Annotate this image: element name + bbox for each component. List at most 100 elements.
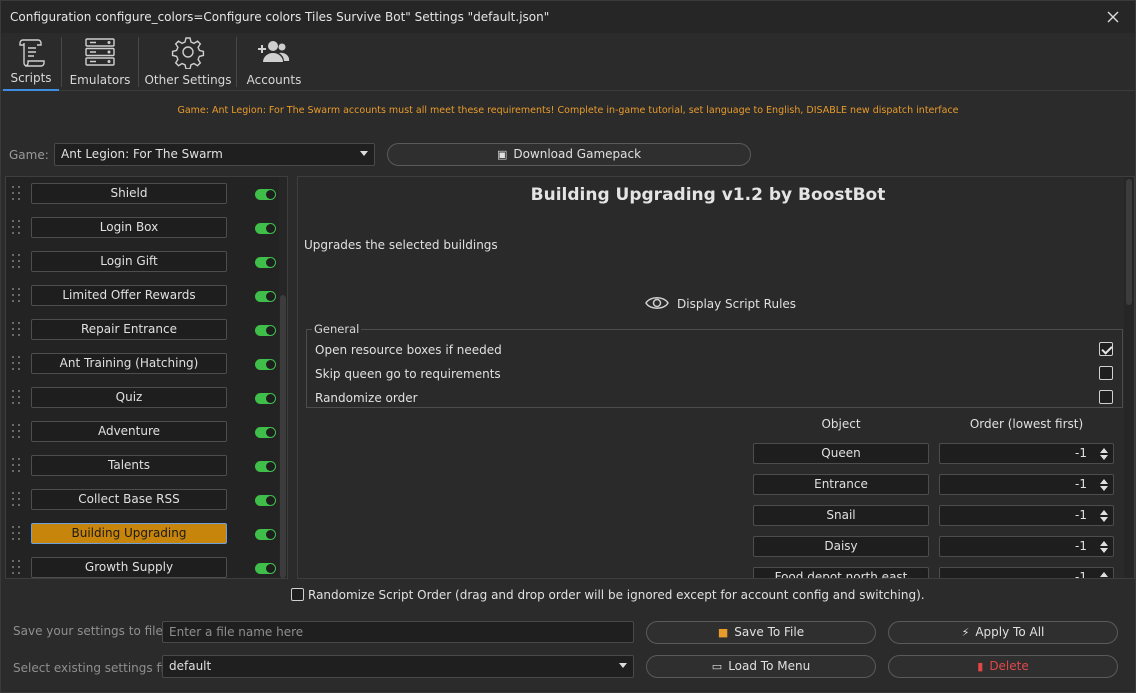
scrollbar-thumb[interactable] (280, 295, 286, 578)
list-item[interactable]: Collect Base RSS (6, 483, 281, 517)
script-toggle[interactable] (255, 325, 276, 336)
tab-other-settings[interactable]: Other Settings (143, 33, 233, 91)
tab-scripts-label: Scripts (10, 71, 52, 85)
list-item[interactable]: Adventure (6, 415, 281, 449)
script-toggle[interactable] (255, 359, 276, 370)
list-item[interactable]: Building Upgrading (6, 517, 281, 551)
drag-handle-icon[interactable] (12, 458, 22, 472)
gear-icon (171, 35, 205, 70)
script-toggle[interactable] (255, 189, 276, 200)
spin-up-icon[interactable] (1100, 572, 1108, 577)
script-button[interactable]: Shield (31, 183, 227, 204)
scrollbar-thumb[interactable] (1126, 179, 1132, 305)
group-title: General (312, 322, 362, 336)
option-label: Randomize order (315, 391, 418, 405)
drag-handle-icon[interactable] (12, 254, 22, 268)
drag-handle-icon[interactable] (12, 356, 22, 370)
order-spinbox[interactable]: -1 (939, 536, 1114, 557)
delete-button[interactable]: ▮ Delete (888, 655, 1118, 678)
drag-handle-icon[interactable] (12, 220, 22, 234)
spin-up-icon[interactable] (1100, 479, 1108, 484)
display-script-rules-button[interactable]: Display Script Rules (677, 297, 796, 311)
order-spinbox[interactable]: -1 (939, 474, 1114, 495)
save-settings-label: Save your settings to file (13, 624, 163, 638)
drag-handle-icon[interactable] (12, 186, 22, 200)
drag-handle-icon[interactable] (12, 390, 22, 404)
file-name-input[interactable]: Enter a file name here (162, 621, 634, 643)
settings-file-select[interactable]: default (162, 655, 634, 678)
spin-down-icon[interactable] (1100, 517, 1108, 522)
spin-down-icon[interactable] (1100, 548, 1108, 553)
list-item[interactable]: Growth Supply (6, 551, 281, 578)
script-button-selected[interactable]: Building Upgrading (31, 523, 227, 544)
order-spinbox[interactable]: -1 (939, 505, 1114, 526)
tab-emulators[interactable]: Emulators (65, 33, 135, 91)
script-button[interactable]: Collect Base RSS (31, 489, 227, 510)
script-toggle[interactable] (255, 495, 276, 506)
option-checkbox[interactable] (1099, 342, 1113, 356)
object-button[interactable]: Entrance (753, 474, 929, 495)
drag-handle-icon[interactable] (12, 322, 22, 336)
drag-handle-icon[interactable] (12, 492, 22, 506)
list-item[interactable]: Shield (6, 177, 281, 211)
list-item[interactable]: Login Gift (6, 245, 281, 279)
script-toggle[interactable] (255, 223, 276, 234)
list-item[interactable]: Login Box (6, 211, 281, 245)
save-to-file-button[interactable]: ■ Save To File (646, 621, 876, 644)
list-item[interactable]: Limited Offer Rewards (6, 279, 281, 313)
tab-accounts-label: Accounts (246, 73, 302, 87)
list-item[interactable]: Quiz (6, 381, 281, 415)
close-icon[interactable] (1103, 7, 1123, 27)
spin-down-icon[interactable] (1100, 455, 1108, 460)
script-button[interactable]: Limited Offer Rewards (31, 285, 227, 306)
script-button[interactable]: Adventure (31, 421, 227, 442)
order-spinbox[interactable]: -1 (939, 443, 1114, 464)
option-checkbox[interactable] (1099, 390, 1113, 404)
spin-up-icon[interactable] (1100, 510, 1108, 515)
game-select[interactable]: Ant Legion: For The Swarm (54, 143, 375, 166)
order-spinbox[interactable]: -1 (939, 567, 1114, 578)
spin-up-icon[interactable] (1100, 541, 1108, 546)
object-button[interactable]: Daisy (753, 536, 929, 557)
apply-to-all-button[interactable]: ⚡ Apply To All (888, 621, 1118, 644)
option-checkbox[interactable] (1099, 366, 1113, 380)
object-button[interactable]: Snail (753, 505, 929, 526)
script-button[interactable]: Login Box (31, 217, 227, 238)
script-toggle[interactable] (255, 427, 276, 438)
spin-down-icon[interactable] (1100, 486, 1108, 491)
list-item[interactable]: Talents (6, 449, 281, 483)
list-item[interactable]: Ant Training (Hatching) (6, 347, 281, 381)
script-toggle[interactable] (255, 563, 276, 574)
tab-accounts[interactable]: Accounts (241, 33, 307, 91)
script-button[interactable]: Repair Entrance (31, 319, 227, 340)
script-toggle[interactable] (255, 461, 276, 472)
script-button[interactable]: Quiz (31, 387, 227, 408)
script-toggle[interactable] (255, 257, 276, 268)
order-value: -1 (1075, 539, 1087, 553)
script-button[interactable]: Ant Training (Hatching) (31, 353, 227, 374)
title-bar: Configuration configure_colors=Configure… (1, 1, 1135, 33)
script-button[interactable]: Talents (31, 455, 227, 476)
settings-file-value: default (169, 659, 212, 673)
object-button[interactable]: Food depot north east (753, 567, 929, 578)
tab-scripts[interactable]: Scripts (3, 33, 59, 91)
drag-handle-icon[interactable] (12, 424, 22, 438)
order-value: -1 (1075, 477, 1087, 491)
script-list-scrollbar[interactable] (279, 177, 287, 578)
script-button[interactable]: Growth Supply (31, 557, 227, 578)
script-button[interactable]: Login Gift (31, 251, 227, 272)
load-to-menu-button[interactable]: ▭ Load To Menu (646, 655, 876, 678)
eye-icon[interactable] (644, 294, 670, 312)
spin-up-icon[interactable] (1100, 448, 1108, 453)
script-toggle[interactable] (255, 393, 276, 404)
drag-handle-icon[interactable] (12, 288, 22, 302)
detail-scrollbar[interactable] (1124, 177, 1134, 578)
drag-handle-icon[interactable] (12, 560, 22, 574)
drag-handle-icon[interactable] (12, 526, 22, 540)
object-button[interactable]: Queen (753, 443, 929, 464)
download-gamepack-button[interactable]: ▣ Download Gamepack (387, 143, 751, 166)
randomize-checkbox[interactable] (291, 588, 304, 601)
list-item[interactable]: Repair Entrance (6, 313, 281, 347)
script-toggle[interactable] (255, 291, 276, 302)
script-toggle[interactable] (255, 529, 276, 540)
